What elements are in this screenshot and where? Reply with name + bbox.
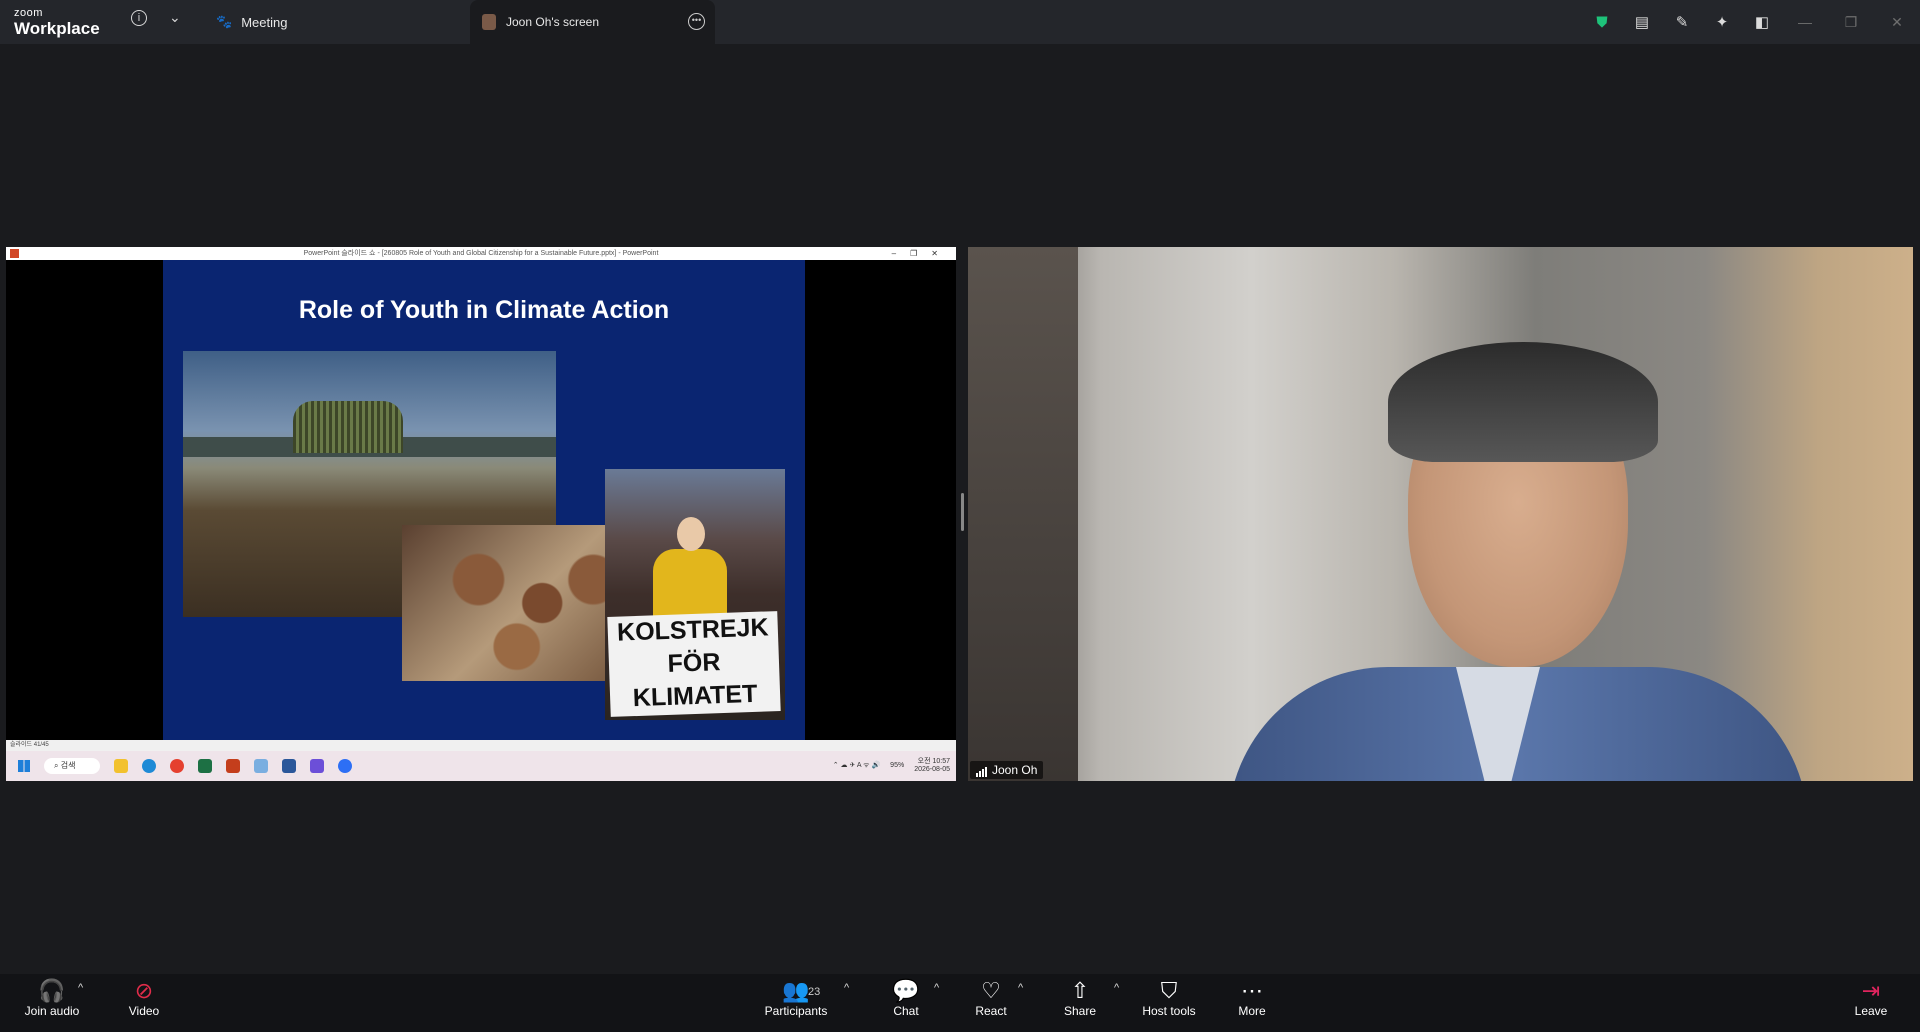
avatar [482,14,496,30]
chevron-down-icon[interactable]: ⌄ [169,9,181,26]
more-button[interactable]: ⋯ More [1236,974,1268,1032]
chat-options-caret-icon[interactable]: ^ [934,982,939,994]
chat-icon: 💬 [892,978,920,1003]
excel-icon [198,759,212,773]
windows-taskbar: ⌕ 검색 ⌃ ☁ ✈ A ᯤ 🔊 95% 오전 10:57 2026-08-05 [6,751,956,781]
security-shield-icon[interactable]: ⛊ [1582,14,1622,31]
ppt-window-title: PowerPoint 슬라이드 쇼 - [260805 Role of Yout… [303,250,659,257]
heart-icon: ♡ [981,978,1001,1003]
tab-meeting-label: Meeting [241,14,288,30]
audio-options-caret-icon[interactable]: ^ [78,982,83,994]
meeting-info-icon[interactable]: i [131,10,147,26]
share-options-caret-icon[interactable]: ^ [1114,982,1119,994]
zoom-taskbar-icon [338,759,352,773]
tray-time: 오전 10:57 [917,758,950,765]
image-trees [293,401,403,453]
tray-date: 2026-08-05 [914,766,950,773]
side-panel-icon[interactable]: ◧ [1742,13,1782,31]
participants-options-caret-icon[interactable]: ^ [844,982,849,994]
tray-clock: 오전 10:57 2026-08-05 [914,758,950,774]
logo-small-text: zoom [14,7,43,19]
powerpoint-icon [10,249,19,258]
minimize-icon[interactable]: — [1782,14,1828,30]
tab-shared-screen[interactable]: Joon Oh's screen ••• [470,0,715,44]
sign-line-1: KOLSTREJK [616,613,769,647]
tray-icons: ⌃ ☁ ✈ A ᯤ 🔊 [832,762,881,769]
more-label: More [1238,1004,1266,1018]
file-explorer-icon [114,759,128,773]
participants-label: Participants [764,1004,828,1018]
leave-label: Leave [1854,1004,1888,1018]
taskbar-search: ⌕ 검색 [44,758,100,774]
ppt-status-bar: 슬라이드 41/45 [6,740,956,751]
presentation-slide: Role of Youth in Climate Action KOLSTREJ… [163,260,805,740]
headphones-icon: 🎧 [38,978,66,1003]
react-button[interactable]: ♡ React ^ [970,974,1023,1032]
image-face [677,517,705,551]
sign-line-3: KLIMATET [632,679,758,713]
react-label: React [975,1004,1007,1018]
leave-icon: ⇥ [1861,978,1881,1003]
join-audio-label: Join audio [24,1004,80,1018]
participants-button[interactable]: 👥 23 Participants ^ [762,974,850,1032]
video-label: Video [128,1004,160,1018]
edge-icon [142,759,156,773]
slide-counter: 슬라이드 41/45 [10,742,49,748]
ai-companion-icon[interactable]: ✦ [1702,13,1742,31]
zoom-logo: zoom Workplace [14,7,100,38]
share-button[interactable]: ⇧ Share ^ [1060,974,1119,1032]
host-tools-button[interactable]: ⛉ Host tools [1140,974,1198,1032]
windows-start-icon [18,760,30,772]
taskbar-search-label: 검색 [60,761,76,770]
climate-strike-image: KOLSTREJK FÖR KLIMATET [605,469,785,720]
more-options-icon[interactable]: ••• [688,13,705,30]
title-bar: zoom Workplace i ⌄ 🐾 Meeting Joon Oh's s… [0,0,1920,44]
chat-button[interactable]: 💬 Chat ^ [888,974,939,1032]
video-hair [1388,342,1658,462]
leave-button[interactable]: ⇥ Leave [1854,974,1888,1032]
app-icon [254,759,268,773]
ppt-window-controls: –❐✕ [891,249,952,258]
m-app-icon [310,759,324,773]
signal-strength-icon [976,767,987,777]
share-label: Share [1063,1004,1097,1018]
notes-icon[interactable]: ▤ [1622,13,1662,31]
whiteboard-icon[interactable]: ✎ [1662,13,1702,31]
close-icon[interactable]: ✕ [1874,14,1920,31]
join-audio-button[interactable]: 🎧 Join audio ^ [18,974,86,1032]
more-icon: ⋯ [1241,978,1263,1003]
title-bar-actions: ⛊ ▤ ✎ ✦ ◧ — ❐ ✕ [1582,0,1920,44]
participant-name-tag: Joon Oh [970,761,1044,779]
share-screen-icon: ⇧ [1070,978,1090,1003]
split-divider-handle[interactable] [961,493,964,531]
participant-video[interactable]: Joon Oh [968,247,1913,781]
background-shelf [968,247,1078,781]
logo-big-text: Workplace [14,19,100,38]
tab-screen-label: Joon Oh's screen [506,15,600,29]
battery-level: 95% [890,762,905,769]
chat-label: Chat [893,1004,919,1018]
word-icon [282,759,296,773]
meeting-controls: 🎧 Join audio ^ ⊘ Video 👥 23 Participants… [0,974,1920,1032]
paw-icon: 🐾 [216,14,233,29]
video-off-icon: ⊘ [134,978,154,1003]
participants-count: 23 [808,986,821,998]
host-tools-label: Host tools [1142,1004,1196,1018]
tab-meeting[interactable]: 🐾 Meeting [216,0,287,44]
strike-sign: KOLSTREJK FÖR KLIMATET [607,611,781,717]
participant-name: Joon Oh [992,763,1038,777]
powerpoint-taskbar-icon [226,759,240,773]
powerpoint-title-bar: PowerPoint 슬라이드 쇼 - [260805 Role of Yout… [6,247,956,260]
slide-title: Role of Youth in Climate Action [298,296,670,324]
maximize-icon[interactable]: ❐ [1828,14,1874,31]
react-options-caret-icon[interactable]: ^ [1018,982,1023,994]
shield-icon: ⛉ [1160,978,1178,1003]
video-button[interactable]: ⊘ Video [122,974,166,1032]
chrome-icon [170,759,184,773]
shared-screen-view[interactable]: PowerPoint 슬라이드 쇼 - [260805 Role of Yout… [6,247,956,781]
system-tray: ⌃ ☁ ✈ A ᯤ 🔊 95% 오전 10:57 2026-08-05 [833,758,950,774]
